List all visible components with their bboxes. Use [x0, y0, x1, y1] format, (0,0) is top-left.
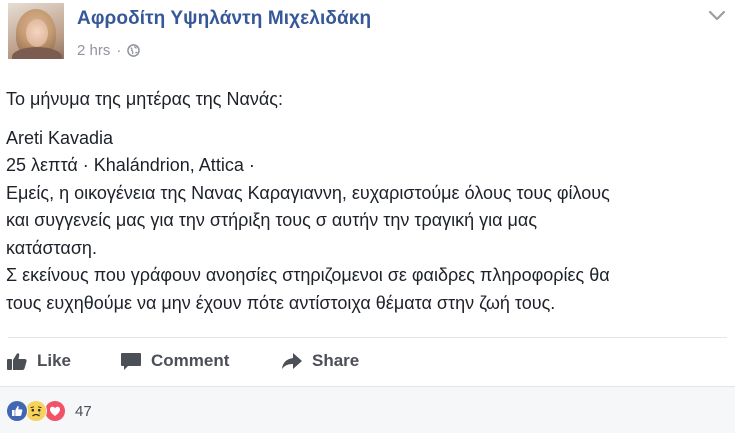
action-bar: Like Comment Share: [0, 344, 735, 378]
reactions-bar: 47: [0, 386, 735, 433]
avatar-face: [26, 19, 48, 47]
quoted-author: Areti Kavadia: [6, 127, 114, 148]
reactions-summary[interactable]: 47: [6, 400, 92, 422]
post-meta: 2 hrs ·: [77, 42, 141, 59]
actions-divider: [8, 337, 727, 338]
like-label: Like: [37, 351, 72, 370]
reactions-divider: [0, 386, 735, 387]
author-name[interactable]: Αφροδίτη Υψηλάντη Μιχελιδάκη: [77, 8, 371, 30]
post-intro-line: Το μήνυμα της μητέρας της Νανάς:: [6, 89, 283, 109]
avatar[interactable]: [8, 3, 64, 59]
quoted-meta: 25 λεπτά · Khalándrion, Attica ·: [6, 155, 255, 175]
meta-separator: ·: [116, 42, 122, 59]
post-body: Το μήνυμα της μητέρας της Νανάς: Areti K…: [6, 86, 726, 317]
post-text-line: Εμείς, η οικογένεια της Νανας Καραγιαννη…: [6, 182, 610, 203]
post-text-line: κατάσταση.: [6, 237, 97, 258]
globe-icon[interactable]: [127, 44, 141, 57]
share-label: Share: [312, 351, 360, 370]
share-arrow-icon: [282, 353, 302, 369]
comment-icon: [121, 353, 141, 370]
share-button[interactable]: Share: [281, 344, 359, 378]
post-text-line: και συγγενείς μας για την στήριξη τους σ…: [6, 210, 537, 230]
post-text-line: Σ εκείνους που γράφουν ανοησίες στηριζομ…: [6, 265, 610, 285]
avatar-shoulders: [12, 47, 62, 59]
post-text-line: τους ευχηθούμε να μην έχουν πότε αντίστο…: [6, 292, 556, 313]
reaction-count[interactable]: 47: [75, 403, 92, 420]
sad-reaction-icon: [25, 400, 47, 422]
thumbs-up-icon: [7, 353, 27, 370]
comment-button[interactable]: Comment: [120, 344, 229, 378]
like-reaction-icon: [6, 400, 28, 422]
comment-label: Comment: [151, 351, 230, 370]
love-reaction-icon: [44, 400, 66, 422]
post-time[interactable]: 2 hrs: [77, 42, 110, 59]
like-button[interactable]: Like: [6, 344, 71, 378]
chevron-down-icon[interactable]: [707, 8, 727, 24]
